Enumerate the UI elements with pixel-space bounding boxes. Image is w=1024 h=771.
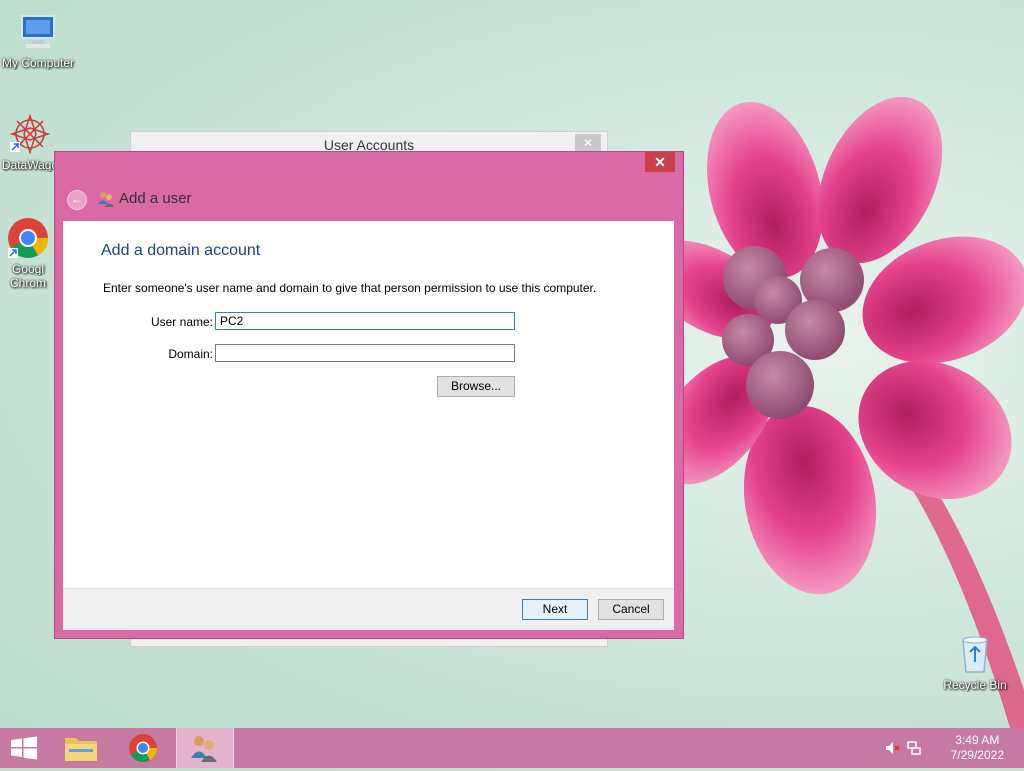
browse-button[interactable]: Browse... xyxy=(437,376,515,397)
dialog-header: ← Add a user xyxy=(55,178,683,220)
desktop-icon-label: Chrom xyxy=(9,276,46,290)
add-user-dialog: ✕ ← Add a user Add a domain account Ente… xyxy=(54,151,684,639)
clock[interactable]: 3:49 AM 7/29/2022 xyxy=(951,733,1004,763)
system-tray: 3:49 AM 7/29/2022 xyxy=(884,728,1024,768)
datawago-icon xyxy=(8,112,52,156)
instruction-text: Enter someone's user name and domain to … xyxy=(103,281,597,295)
back-arrow-icon[interactable]: ← xyxy=(67,190,87,210)
desktop-icon-label: Recycle Bin xyxy=(943,678,1007,692)
desktop-icon-google-chrome[interactable]: Googl Chrom xyxy=(0,216,56,290)
close-icon[interactable]: ✕ xyxy=(575,134,601,152)
close-button[interactable]: ✕ xyxy=(645,152,675,172)
username-label: User name: xyxy=(150,315,213,329)
desktop-icon-label: DataWago xyxy=(1,158,59,172)
desktop-icon-label: Googl xyxy=(11,262,45,276)
start-button[interactable] xyxy=(0,728,48,768)
dialog-footer: Next Cancel xyxy=(63,588,674,630)
desktop-icon-recycle-bin[interactable]: Recycle Bin xyxy=(937,632,1013,692)
computer-icon xyxy=(16,10,60,54)
recycle-bin-icon xyxy=(953,632,997,676)
page-heading: Add a domain account xyxy=(101,242,261,259)
users-icon xyxy=(97,190,115,208)
dialog-title: Add a user xyxy=(119,190,192,207)
desktop-icon-my-computer[interactable]: My Computer xyxy=(0,10,76,70)
taskbar-chrome[interactable] xyxy=(118,728,168,768)
desktop-icon-datawago[interactable]: DataWago xyxy=(0,112,60,172)
taskbar-user-accounts[interactable] xyxy=(176,728,234,768)
volume-muted-icon[interactable] xyxy=(884,740,900,756)
users-icon xyxy=(191,736,217,762)
domain-label: Domain: xyxy=(168,347,213,361)
domain-field[interactable] xyxy=(215,344,515,362)
dialog-content: Add a domain account Enter someone's use… xyxy=(63,221,674,588)
cancel-button[interactable]: Cancel xyxy=(598,599,664,620)
next-button[interactable]: Next xyxy=(522,599,588,620)
clock-date: 7/29/2022 xyxy=(950,748,1004,762)
taskbar: 3:49 AM 7/29/2022 xyxy=(0,728,1024,768)
chrome-icon xyxy=(129,734,157,762)
desktop-icon-label: My Computer xyxy=(1,56,75,70)
network-icon[interactable] xyxy=(906,740,922,756)
chrome-icon xyxy=(6,216,50,260)
clock-time: 3:49 AM xyxy=(955,733,1000,747)
username-field[interactable] xyxy=(215,312,515,330)
taskbar-file-explorer[interactable] xyxy=(56,728,106,768)
folder-icon xyxy=(65,738,97,761)
windows-logo-icon xyxy=(11,736,37,760)
